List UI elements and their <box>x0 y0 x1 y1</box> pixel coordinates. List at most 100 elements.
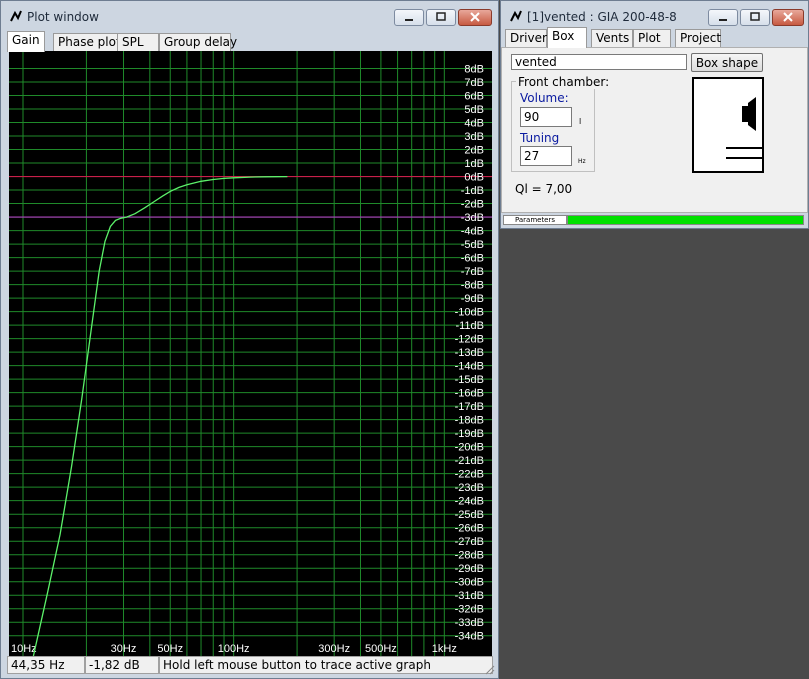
tab-box[interactable]: Box <box>547 27 587 48</box>
tuning-freq-unit: Hz <box>578 158 586 165</box>
y-tick-label: -21dB <box>455 455 484 467</box>
y-tick-label: -23dB <box>455 482 484 494</box>
y-tick-label: 6dB <box>464 91 484 103</box>
y-tick-label: 1dB <box>464 158 484 170</box>
minimize-button[interactable] <box>708 9 738 26</box>
close-icon <box>470 12 480 22</box>
y-tick-label: -22dB <box>455 469 484 481</box>
minimize-button[interactable] <box>394 9 424 26</box>
y-tick-label: -12dB <box>455 334 484 346</box>
volume-unit: l <box>579 117 582 126</box>
plot-window: Plot window Gain Phase plot SPL Group de… <box>0 0 499 679</box>
box-panel: Box shape Front chamber: Volume: l Tunin… <box>501 47 808 213</box>
y-tick-label: -17dB <box>455 401 484 413</box>
close-button[interactable] <box>772 9 804 26</box>
parameters-tab[interactable]: Parameters <box>503 215 567 225</box>
y-tick-label: -15dB <box>455 374 484 386</box>
x-tick-label: 500Hz <box>365 643 397 655</box>
y-tick-label: -26dB <box>455 523 484 535</box>
box-window-title: [1]vented : GIA 200-48-8 <box>527 10 677 24</box>
y-tick-label: 0dB <box>464 172 484 184</box>
y-tick-label: -3dB <box>461 212 484 224</box>
tab-vents[interactable]: Vents <box>591 29 633 47</box>
status-gain: -1,82 dB <box>85 656 159 674</box>
tab-gain[interactable]: Gain <box>7 31 45 52</box>
box-shape-preview <box>692 77 764 173</box>
y-tick-label: -16dB <box>455 388 484 400</box>
y-tick-label: -24dB <box>455 496 484 508</box>
y-tick-label: -29dB <box>455 563 484 575</box>
progress-bar <box>567 215 804 225</box>
y-tick-label: 8dB <box>464 64 484 76</box>
progress-fill <box>568 216 803 224</box>
x-tick-label: 50Hz <box>157 643 183 655</box>
y-tick-label: -32dB <box>455 604 484 616</box>
y-tick-label: -33dB <box>455 617 484 629</box>
resize-grip-icon[interactable] <box>483 663 495 675</box>
y-tick-label: -7dB <box>461 266 484 278</box>
gain-chart-svg[interactable]: 8dB7dB 6dB5dB 4dB3dB 2dB1dB 0dB-1dB -2dB-3dB -… <box>9 51 492 657</box>
maximize-button[interactable] <box>426 9 456 26</box>
ql-value: Ql = 7,00 <box>515 182 573 196</box>
y-tick-label: -5dB <box>461 239 484 251</box>
y-tick-label: -25dB <box>455 509 484 521</box>
tab-plot[interactable]: Plot <box>633 29 671 47</box>
tab-phase-plot[interactable]: Phase plot <box>53 33 121 51</box>
y-tick-label: -8dB <box>461 280 484 292</box>
plot-window-title: Plot window <box>27 10 99 24</box>
y-tick-label: -9dB <box>461 293 484 305</box>
close-icon <box>783 12 793 22</box>
volume-input[interactable] <box>520 107 572 127</box>
gain-plot[interactable]: 8dB 7dB 6dB 5dB 4dB 3dB 2dB 1dB 0dB -1dB -2dB -3dB -… <box>9 51 492 657</box>
box-type-field[interactable] <box>511 54 687 70</box>
tab-group-delay[interactable]: Group delay <box>159 33 237 51</box>
y-tick-label: -27dB <box>455 536 484 548</box>
y-tick-label: 2dB <box>464 145 484 157</box>
y-tick-label: 3dB <box>464 131 484 143</box>
tuning-freq-input[interactable] <box>520 146 572 166</box>
x-tick-label: 10Hz <box>11 643 37 655</box>
y-tick-label: -20dB <box>455 442 484 454</box>
parameters-tab-label: Parameters <box>514 216 556 224</box>
tab-driver[interactable]: Driver <box>505 29 547 47</box>
close-button[interactable] <box>458 9 492 26</box>
minimize-icon <box>405 19 413 21</box>
front-chamber-group: Front chamber: Volume: l Tuning freq.: H… <box>511 75 612 172</box>
y-tick-label: 5dB <box>464 104 484 116</box>
volume-label: Volume: <box>520 91 569 105</box>
maximize-button[interactable] <box>740 9 770 26</box>
front-chamber-label: Front chamber: <box>516 75 612 89</box>
restore-icon <box>750 12 760 21</box>
tab-spl[interactable]: SPL <box>117 33 159 51</box>
y-tick-label: -19dB <box>455 428 484 440</box>
y-tick-label: -34dB <box>455 631 484 643</box>
y-tick-label: -6dB <box>461 253 484 265</box>
x-tick-label: 100Hz <box>218 643 250 655</box>
gain-curve <box>32 175 288 657</box>
x-tick-label: 1kHz <box>432 643 457 655</box>
app-icon <box>510 10 522 22</box>
y-tick-label: 4dB <box>464 118 484 130</box>
y-tick-label: -28dB <box>455 550 484 562</box>
status-message: Hold left mouse button to trace active g… <box>159 656 493 674</box>
speaker-driver-icon <box>726 97 762 159</box>
x-tick-label: 300Hz <box>318 643 350 655</box>
tab-project[interactable]: Project <box>675 29 721 47</box>
y-tick-label: -14dB <box>455 361 484 373</box>
y-tick-label: 7dB <box>464 77 484 89</box>
y-tick-label: -10dB <box>455 307 484 319</box>
app-icon <box>10 10 22 22</box>
y-tick-label: -13dB <box>455 347 484 359</box>
y-tick-label: -11dB <box>455 320 484 332</box>
y-tick-label: -30dB <box>455 577 484 589</box>
y-tick-label: -1dB <box>461 185 484 197</box>
y-tick-label: -4dB <box>461 226 484 238</box>
y-tick-label: -31dB <box>455 590 484 602</box>
x-tick-label: 30Hz <box>111 643 137 655</box>
box-shape-button[interactable]: Box shape <box>691 53 763 72</box>
y-tick-label: -2dB <box>461 199 484 211</box>
plot-window-titlebar[interactable]: Plot window <box>1 1 498 31</box>
minimize-icon <box>719 19 727 21</box>
restore-icon <box>436 12 446 21</box>
y-tick-label: -18dB <box>455 415 484 427</box>
